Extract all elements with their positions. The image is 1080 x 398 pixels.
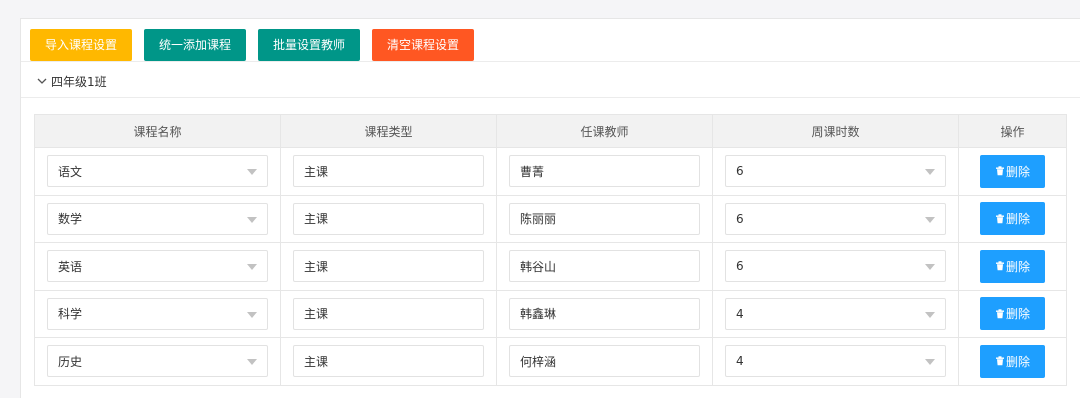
toolbar-divider [21,61,1080,62]
course-name-select[interactable]: 语文 [47,155,268,188]
course-name-select[interactable]: 科学 [47,297,268,330]
class-group-toggle[interactable]: 四年级1班 [35,71,107,91]
course-type-input[interactable]: 主课 [293,345,484,378]
course-type-input[interactable]: 主课 [293,202,484,235]
table-row: 历史 主课 何梓涵 4 删除 [34,337,1067,386]
caret-down-icon [247,359,257,366]
course-type-input[interactable]: 主课 [293,155,484,188]
course-type-input[interactable]: 主课 [293,250,484,283]
caret-down-icon [925,169,935,176]
delete-button[interactable]: 删除 [980,344,1045,378]
clear-course-settings-button[interactable]: 清空课程设置 [372,29,475,61]
weekly-hours-select[interactable]: 6 [725,250,946,283]
course-type-input[interactable]: 主课 [293,297,484,330]
table-row: 英语 主课 韩谷山 6 删除 [34,242,1067,291]
teacher-input[interactable]: 韩谷山 [509,250,700,283]
table-row: 数学 主课 陈丽丽 6 删除 [34,194,1067,243]
caret-down-icon [247,311,257,318]
toolbar: 导入课程设置 统一添加课程 批量设置教师 清空课程设置 [30,29,475,61]
delete-button[interactable]: 删除 [980,297,1045,331]
header-actions: 操作 [958,114,1067,148]
table-row: 语文 主课 曹菁 6 删除 [34,147,1067,196]
add-courses-uniformly-button[interactable]: 统一添加课程 [144,29,247,61]
caret-down-icon [247,169,257,176]
teacher-input[interactable]: 陈丽丽 [509,202,700,235]
caret-down-icon [247,216,257,223]
course-name-select[interactable]: 数学 [47,202,268,235]
delete-button[interactable]: 删除 [980,154,1045,188]
trash-icon [995,309,1004,319]
caret-down-icon [925,216,935,223]
course-settings-panel: 导入课程设置 统一添加课程 批量设置教师 清空课程设置 四年级1班 课程名称 课… [20,18,1080,398]
course-name-select[interactable]: 英语 [47,250,268,283]
header-course-type: 课程类型 [280,114,497,148]
trash-icon [995,356,1004,366]
teacher-input[interactable]: 曹菁 [509,155,700,188]
header-course-name: 课程名称 [34,114,281,148]
caret-down-icon [925,359,935,366]
caret-down-icon [247,264,257,271]
delete-button[interactable]: 删除 [980,249,1045,283]
weekly-hours-select[interactable]: 4 [725,345,946,378]
teacher-input[interactable]: 何梓涵 [509,345,700,378]
trash-icon [995,214,1004,224]
import-course-settings-button[interactable]: 导入课程设置 [30,29,133,61]
course-table: 课程名称 课程类型 任课教师 周课时数 操作 语文 主课 曹菁 6 删除 数学 … [34,114,1067,386]
trash-icon [995,261,1004,271]
course-name-select[interactable]: 历史 [47,345,268,378]
caret-down-icon [925,264,935,271]
header-weekly-hours: 周课时数 [712,114,959,148]
class-group-title: 四年级1班 [51,74,107,89]
teacher-input[interactable]: 韩鑫琳 [509,297,700,330]
weekly-hours-select[interactable]: 6 [725,202,946,235]
header-teacher: 任课教师 [496,114,713,148]
weekly-hours-select[interactable]: 4 [725,297,946,330]
chevron-down-icon [37,78,47,84]
group-divider [21,97,1080,98]
weekly-hours-select[interactable]: 6 [725,155,946,188]
batch-set-teachers-button[interactable]: 批量设置教师 [258,29,361,61]
table-header-row: 课程名称 课程类型 任课教师 周课时数 操作 [34,114,1067,148]
trash-icon [995,166,1004,176]
delete-button[interactable]: 删除 [980,202,1045,236]
caret-down-icon [925,311,935,318]
table-row: 科学 主课 韩鑫琳 4 删除 [34,289,1067,338]
